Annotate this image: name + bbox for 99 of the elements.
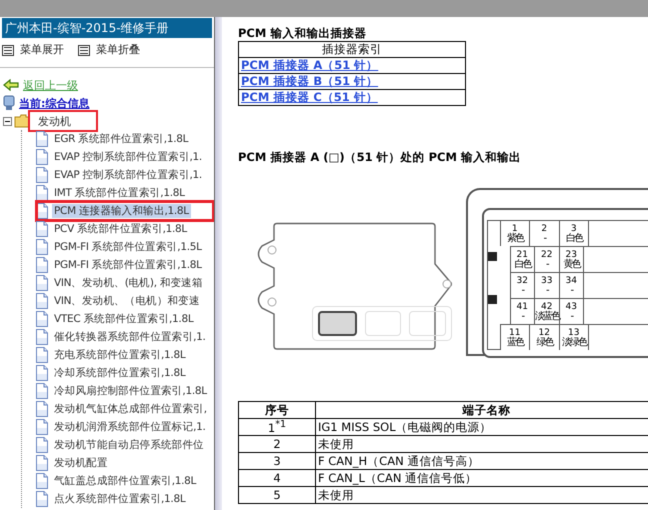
tree-item[interactable]: 发动机气缸体总成部件位置索引,: [52, 402, 209, 416]
document-icon: [35, 329, 49, 345]
folder-icon: [14, 114, 30, 128]
pin-number: 41: [516, 302, 528, 312]
pin-number: 32: [516, 276, 528, 286]
pin-number: 1: [512, 224, 518, 234]
wire-color: -: [521, 312, 524, 322]
computer-icon: [3, 95, 15, 111]
document-icon: [35, 275, 49, 291]
tree-item[interactable]: 发动机节能自动启停系统部件位: [52, 438, 206, 452]
wire-color: 紫色: [506, 234, 523, 244]
document-icon: [35, 437, 49, 453]
pin-number: 33: [541, 276, 552, 286]
document-icon: [35, 473, 49, 489]
table-cell: 未使用: [316, 486, 648, 504]
tree-item[interactable]: PCM 连接器输入和输出,1.8L: [52, 204, 191, 218]
latch-icon: [488, 295, 496, 304]
wire-color: -: [570, 286, 572, 296]
wire-color: -: [543, 234, 546, 244]
latch-icon: [488, 252, 496, 261]
document-icon: [35, 221, 49, 237]
tree-item[interactable]: 催化转换器系统部件位置索引,1.: [52, 330, 208, 344]
tree-item[interactable]: IMT 系统部件位置索引,1.8L: [52, 186, 187, 200]
pin-number: 2: [541, 224, 548, 234]
tree-item[interactable]: VTEC 系统部件位置索引,1.8L: [52, 312, 196, 326]
table-cell: 5: [238, 486, 316, 504]
list-icon[interactable]: [2, 44, 14, 56]
column-header: 序号: [238, 402, 316, 418]
table-cell: 1$^{*1}$: [238, 418, 316, 436]
current-location-link[interactable]: 当前:综合信息: [19, 96, 90, 110]
pin-number: 12: [538, 328, 550, 338]
wire-color: -: [570, 312, 572, 322]
wire-color: 蓝色: [506, 338, 523, 348]
pin-number: 22: [541, 250, 552, 260]
document-icon: [35, 185, 49, 201]
tree-item[interactable]: 点火系统部件位置索引,1.8L: [52, 492, 188, 506]
document-icon: [35, 131, 49, 147]
menu-button[interactable]: 菜单展开: [20, 43, 64, 57]
document-icon: [35, 149, 49, 165]
document-icon: [35, 365, 49, 381]
document-icon: [35, 419, 49, 435]
wire-color: -: [546, 260, 548, 270]
tree-item[interactable]: VIN、发动机、（电机）和变速: [52, 294, 202, 308]
tree-item[interactable]: PCV 系统部件位置索引,1.8L: [52, 222, 189, 236]
wire-color: -: [546, 286, 548, 296]
document-icon: [35, 311, 49, 327]
wire-color: -: [521, 286, 524, 296]
menu-button[interactable]: 菜单折叠: [96, 43, 140, 57]
tree-item[interactable]: PGM-FI 系统部件位置索引,1.8L: [52, 258, 204, 272]
wire-color: 白色: [566, 234, 582, 244]
pin-number: 42: [541, 302, 552, 312]
tree-item[interactable]: EVAP 控制系统部件位置索引,1.: [52, 150, 204, 164]
table-cell: 3: [238, 452, 316, 470]
document-icon: [35, 455, 49, 471]
pin-number: 43: [566, 302, 577, 312]
column-header: 端子名称: [316, 402, 648, 418]
tree-item[interactable]: EVAP 控制系统部件位置索引,1.: [52, 168, 204, 182]
document-icon: [35, 401, 49, 417]
wire-color: 淡绿色: [562, 338, 586, 348]
table-cell: 未使用: [316, 436, 648, 452]
pin-number: 23: [566, 250, 577, 260]
tree-item[interactable]: PGM-FI 系统部件位置索引,1.5L: [52, 240, 204, 254]
pin-number: 13: [568, 328, 580, 338]
pin-number: 11: [509, 328, 520, 338]
document-icon: [35, 293, 49, 309]
table-cell: IG1 MISS SOL（电磁阀的电源）: [316, 418, 648, 436]
section-heading: PCM 输入和输出插接器: [238, 26, 368, 40]
tree-item[interactable]: 冷却风扇控制部件位置索引,1.8L: [52, 384, 209, 398]
list-icon[interactable]: [78, 44, 90, 56]
document-icon: [35, 347, 49, 363]
back-link[interactable]: 返回上一级: [23, 78, 78, 92]
document-icon: [35, 491, 49, 507]
tree-item[interactable]: 发动机配置: [52, 456, 110, 470]
section-heading: PCM 插接器 A (□)（51 针）处的 PCM 输入和输出: [238, 150, 522, 164]
document-icon: [35, 239, 49, 255]
tree-item[interactable]: EGR 系统部件位置索引,1.8L: [52, 132, 190, 146]
window-title: 广州本田-缤智-2015-维修手册: [2, 18, 212, 38]
table-header: 插接器索引: [238, 42, 466, 58]
table-cell: F CAN_L（CAN 通信信号低）: [316, 470, 648, 486]
wire-color: 黄色: [563, 260, 580, 270]
document-icon: [35, 383, 49, 399]
tree-item[interactable]: 冷却系统部件位置索引,1.8L: [52, 366, 188, 380]
table-cell: 4: [238, 470, 316, 486]
collapse-icon[interactable]: [3, 116, 12, 126]
pin-number: 21: [516, 250, 528, 260]
tree-item[interactable]: VIN、发动机、(电机), 和变速箱: [52, 276, 205, 290]
document-icon: [35, 257, 49, 273]
table-cell: 2: [238, 436, 316, 452]
table-cell: F CAN_H（CAN 通信信号高）: [316, 452, 648, 470]
document-icon: [35, 167, 49, 183]
pin-number: 34: [566, 276, 577, 286]
tree-item[interactable]: 发动机润滑系统部件位置标记,1.: [52, 420, 208, 434]
pin-number: 3: [570, 224, 577, 234]
tree-folder[interactable]: 发动机: [38, 114, 71, 128]
tree-item[interactable]: 充电系统部件位置索引,1.8L: [52, 348, 188, 362]
wire-color: 白色: [514, 260, 530, 270]
arrow-icon: [3, 79, 19, 91]
tree-item[interactable]: 气缸盖总成部件位置索引,1.8L: [52, 474, 198, 488]
wire-color: 绿色: [536, 338, 552, 348]
